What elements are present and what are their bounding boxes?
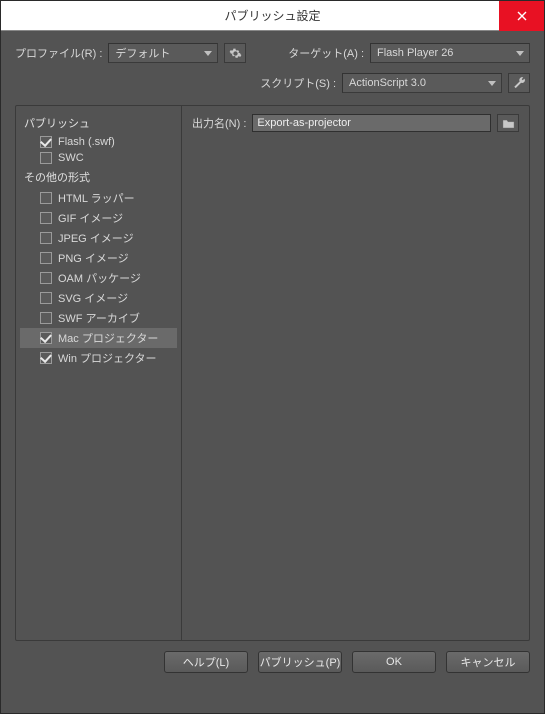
gear-icon [229, 47, 242, 60]
titlebar: パブリッシュ設定 [1, 1, 544, 31]
format-sidebar: パブリッシュ Flash (.swf) SWC その他の形式 HTML ラッパー… [16, 106, 182, 640]
profile-settings-button[interactable] [224, 43, 246, 63]
close-icon [517, 11, 527, 21]
item-label: Mac プロジェクター [58, 330, 158, 346]
header-row-1: プロファイル(R) : デフォルト ターゲット(A) : Flash Playe… [15, 43, 530, 63]
header-row-2: スクリプト(S) : ActionScript 3.0 [15, 73, 530, 93]
item-label: SWF アーカイブ [58, 310, 140, 326]
folder-icon [502, 118, 515, 129]
checkbox[interactable] [40, 272, 52, 284]
output-name-input[interactable] [252, 114, 491, 132]
ok-button[interactable]: OK [352, 651, 436, 673]
item-label: Win プロジェクター [58, 350, 157, 366]
dialog-window: パブリッシュ設定 プロファイル(R) : デフォルト ターゲット(A) : Fl… [0, 0, 545, 714]
header-right: ターゲット(A) : Flash Player 26 [288, 43, 530, 63]
checkbox[interactable] [40, 192, 52, 204]
checkbox[interactable] [40, 292, 52, 304]
sidebar-item-oam[interactable]: OAM パッケージ [20, 268, 177, 288]
script-label: スクリプト(S) : [260, 75, 336, 91]
script-value: ActionScript 3.0 [349, 77, 426, 89]
main-area: 出力名(N) : [182, 106, 529, 640]
window-title: パブリッシュ設定 [224, 7, 320, 24]
item-label: Flash (.swf) [58, 136, 115, 148]
sidebar-item-gif[interactable]: GIF イメージ [20, 208, 177, 228]
publish-button[interactable]: パブリッシュ(P) [258, 651, 342, 673]
help-button[interactable]: ヘルプ(L) [164, 651, 248, 673]
checkbox[interactable] [40, 312, 52, 324]
checkbox[interactable] [40, 232, 52, 244]
browse-button[interactable] [497, 114, 519, 132]
sidebar-item-win-projector[interactable]: Win プロジェクター [20, 348, 177, 368]
checkbox[interactable] [40, 332, 52, 344]
item-label: HTML ラッパー [58, 190, 135, 206]
sidebar-item-svg[interactable]: SVG イメージ [20, 288, 177, 308]
sidebar-item-flash-swf[interactable]: Flash (.swf) [20, 134, 177, 150]
category-other: その他の形式 [20, 166, 177, 188]
output-label: 出力名(N) : [192, 115, 246, 131]
checkbox[interactable] [40, 152, 52, 164]
dialog-footer: ヘルプ(L) パブリッシュ(P) OK キャンセル [1, 641, 544, 683]
checkbox[interactable] [40, 136, 52, 148]
target-value: Flash Player 26 [377, 47, 453, 59]
sidebar-item-mac-projector[interactable]: Mac プロジェクター [20, 328, 177, 348]
sidebar-item-png[interactable]: PNG イメージ [20, 248, 177, 268]
item-label: SWC [58, 152, 84, 164]
item-label: OAM パッケージ [58, 270, 141, 286]
sidebar-item-jpeg[interactable]: JPEG イメージ [20, 228, 177, 248]
checkbox[interactable] [40, 352, 52, 364]
profile-label: プロファイル(R) : [15, 45, 102, 61]
checkbox[interactable] [40, 212, 52, 224]
cancel-button[interactable]: キャンセル [446, 651, 530, 673]
sidebar-item-swc[interactable]: SWC [20, 150, 177, 166]
main-panel: パブリッシュ Flash (.swf) SWC その他の形式 HTML ラッパー… [15, 105, 530, 641]
target-label: ターゲット(A) : [288, 45, 364, 61]
item-label: PNG イメージ [58, 250, 129, 266]
output-row: 出力名(N) : [192, 114, 519, 132]
script-dropdown[interactable]: ActionScript 3.0 [342, 73, 502, 93]
script-settings-button[interactable] [508, 73, 530, 93]
item-label: SVG イメージ [58, 290, 128, 306]
target-dropdown[interactable]: Flash Player 26 [370, 43, 530, 63]
close-button[interactable] [499, 1, 544, 31]
dialog-content: プロファイル(R) : デフォルト ターゲット(A) : Flash Playe… [1, 31, 544, 641]
sidebar-item-swf-archive[interactable]: SWF アーカイブ [20, 308, 177, 328]
category-publish: パブリッシュ [20, 112, 177, 134]
profile-value: デフォルト [115, 45, 170, 61]
profile-dropdown[interactable]: デフォルト [108, 43, 218, 63]
sidebar-item-html-wrapper[interactable]: HTML ラッパー [20, 188, 177, 208]
wrench-icon [513, 77, 526, 90]
item-label: JPEG イメージ [58, 230, 134, 246]
item-label: GIF イメージ [58, 210, 123, 226]
checkbox[interactable] [40, 252, 52, 264]
